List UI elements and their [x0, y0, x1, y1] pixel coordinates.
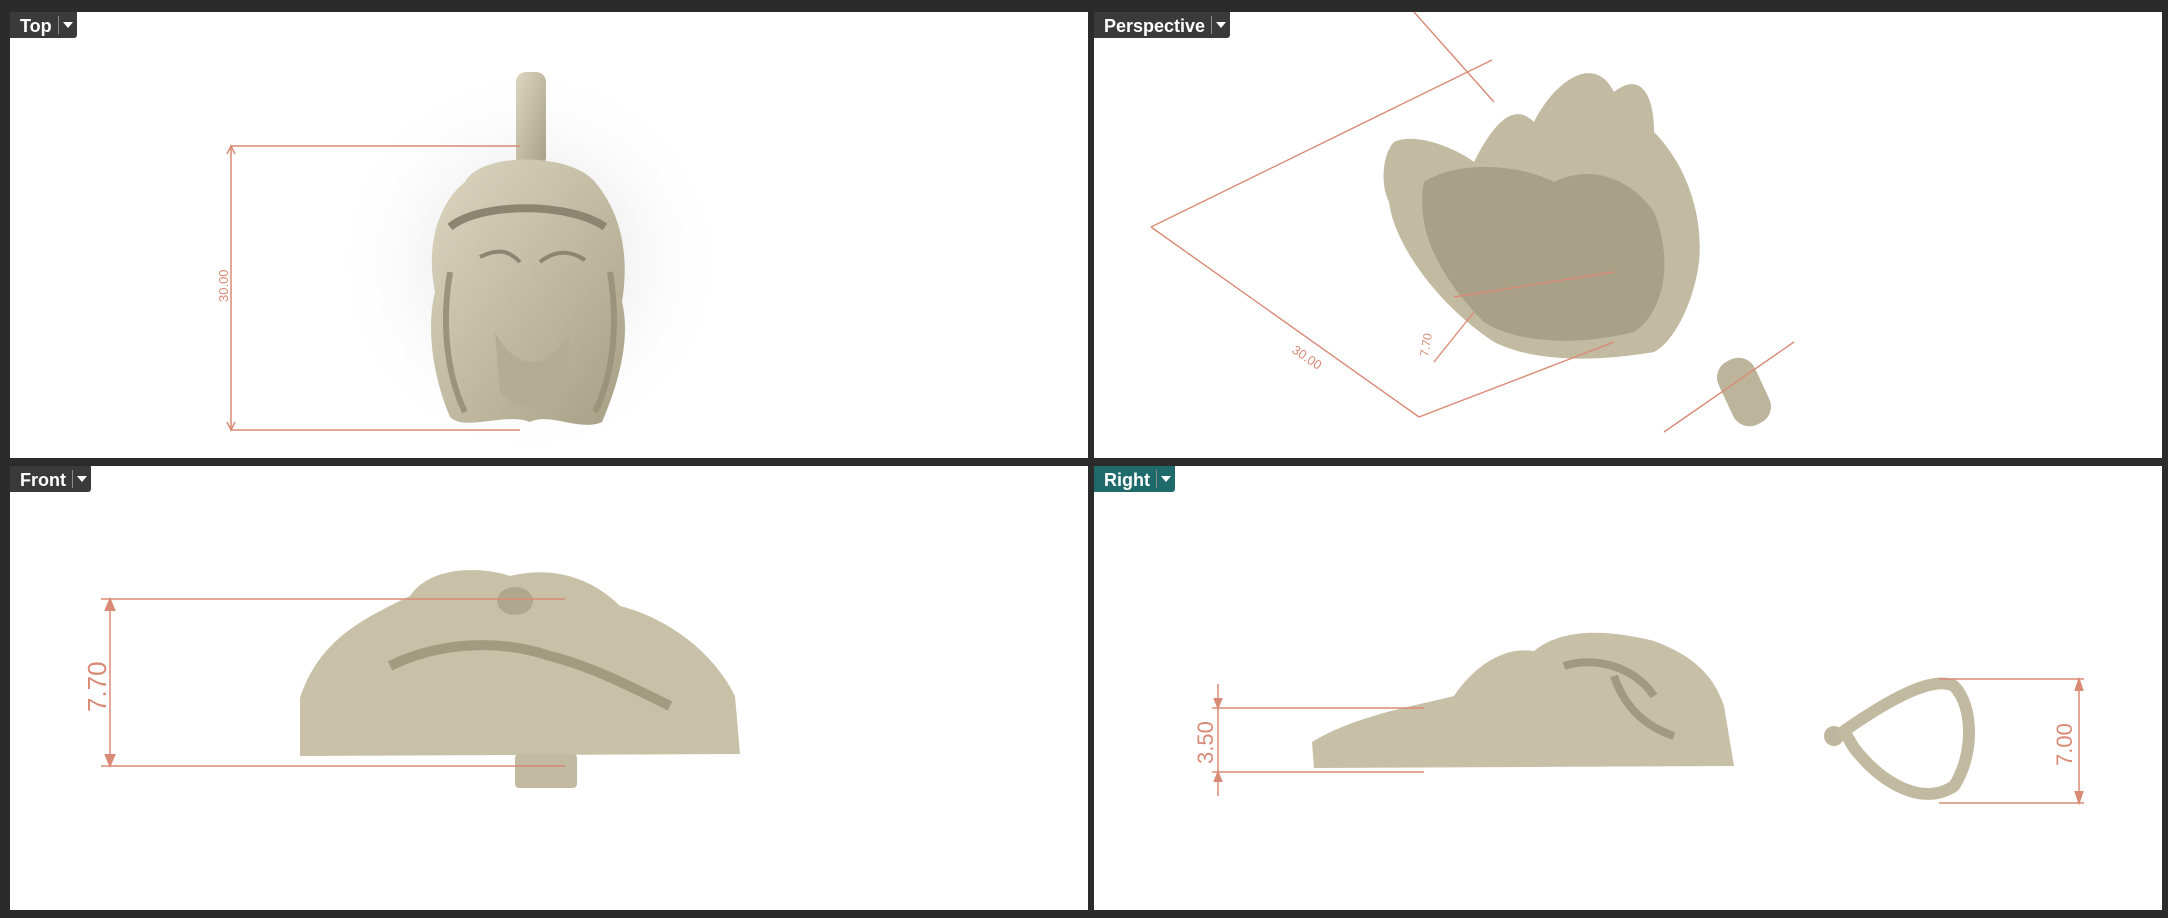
dimension-right-label-b: 7.00	[2052, 723, 2077, 766]
viewport-tab-top-label: Top	[20, 16, 52, 36]
chevron-down-icon[interactable]	[1157, 466, 1175, 492]
front-view-scene: 7.70	[82, 570, 740, 788]
pendant-perspective-model	[1383, 73, 1771, 427]
dimension-perspective-label-b: 7.70	[1417, 332, 1435, 358]
viewport-tab-perspective[interactable]: Perspective	[1094, 12, 1231, 38]
pendant-bail-loop	[1836, 677, 1975, 800]
viewport-perspective[interactable]: 30.00 7.70 Perspective	[1094, 12, 2162, 458]
chevron-down-icon[interactable]	[59, 12, 77, 38]
viewport-tab-front-label: Front	[20, 470, 66, 490]
nose-detail	[497, 587, 533, 615]
chevron-down-icon[interactable]	[1212, 12, 1230, 38]
right-view-scene: 3.50 7.00	[1193, 632, 2084, 806]
pendant-right-model	[1312, 632, 1975, 800]
dimension-top-label: 30.00	[216, 269, 231, 302]
top-view-scene: 30.00	[216, 62, 730, 458]
pendant-bail	[515, 754, 577, 788]
viewport-tab-right[interactable]: Right	[1094, 466, 1175, 492]
perspective-view-scene: 30.00 7.70	[1150, 12, 1795, 433]
dimension-front-label: 7.70	[82, 661, 112, 712]
viewport-tab-right-label: Right	[1104, 470, 1150, 490]
chevron-down-icon[interactable]	[73, 466, 91, 492]
dimension-right-label-a: 3.50	[1193, 721, 1218, 764]
pendant-front-model	[300, 570, 740, 788]
back-cavity	[1422, 167, 1665, 341]
viewport-front[interactable]: 7.70 Front	[10, 466, 1088, 910]
viewport-right[interactable]: 3.50 7.00 Right	[1094, 466, 2162, 910]
viewport-tab-front[interactable]: Front	[10, 466, 91, 492]
pendant-bail	[516, 72, 546, 167]
viewport-tab-perspective-label: Perspective	[1104, 16, 1206, 36]
side-relief	[1312, 632, 1734, 768]
viewport-tab-top[interactable]: Top	[10, 12, 77, 38]
viewport-top[interactable]: 30.00 Top	[10, 12, 1088, 458]
